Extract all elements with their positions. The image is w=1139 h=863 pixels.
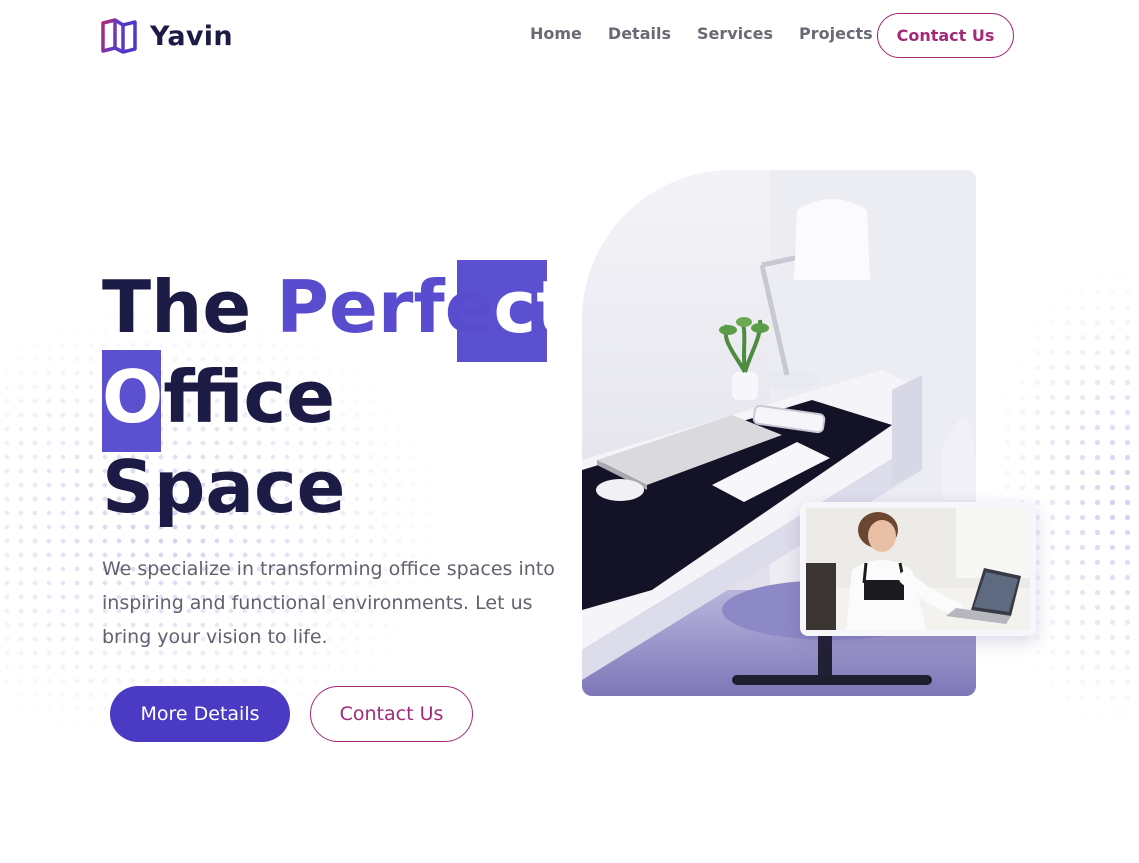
nav-item-details[interactable]: Details bbox=[608, 24, 671, 43]
title-highlight-o: O bbox=[102, 355, 164, 439]
nav-item-home[interactable]: Home bbox=[530, 24, 582, 43]
title-word-space: Space bbox=[102, 445, 346, 529]
hero-title: The Perfect Office Space bbox=[102, 260, 572, 532]
hero-description: We specialize in transforming office spa… bbox=[102, 558, 555, 648]
hero-contact-button[interactable]: Contact Us bbox=[310, 686, 473, 742]
title-highlight-ct: ct bbox=[493, 265, 571, 349]
title-word-the: The bbox=[102, 265, 277, 349]
header-contact-button[interactable]: Contact Us bbox=[877, 13, 1014, 58]
site-header: Yavin Home Details Services Projects Con… bbox=[0, 0, 1139, 74]
nav-item-projects[interactable]: Projects bbox=[799, 24, 873, 43]
hero-title-line-2: Office bbox=[102, 350, 572, 452]
nav-item-services[interactable]: Services bbox=[697, 24, 773, 43]
hero-title-line-3: Space bbox=[102, 442, 572, 532]
brand-logo[interactable]: Yavin bbox=[100, 18, 233, 54]
main-nav: Home Details Services Projects bbox=[530, 24, 873, 43]
woman-working-image bbox=[800, 502, 1036, 636]
book-icon bbox=[101, 18, 137, 54]
more-details-button[interactable]: More Details bbox=[110, 686, 290, 742]
hero-title-line-1: The Perfect bbox=[102, 260, 572, 362]
title-word-perfect-accent: Perfe bbox=[276, 265, 494, 349]
woman-at-laptop-illustration bbox=[806, 508, 1030, 630]
brand-name: Yavin bbox=[150, 20, 233, 52]
title-word-office-rest: ffice bbox=[163, 355, 336, 439]
